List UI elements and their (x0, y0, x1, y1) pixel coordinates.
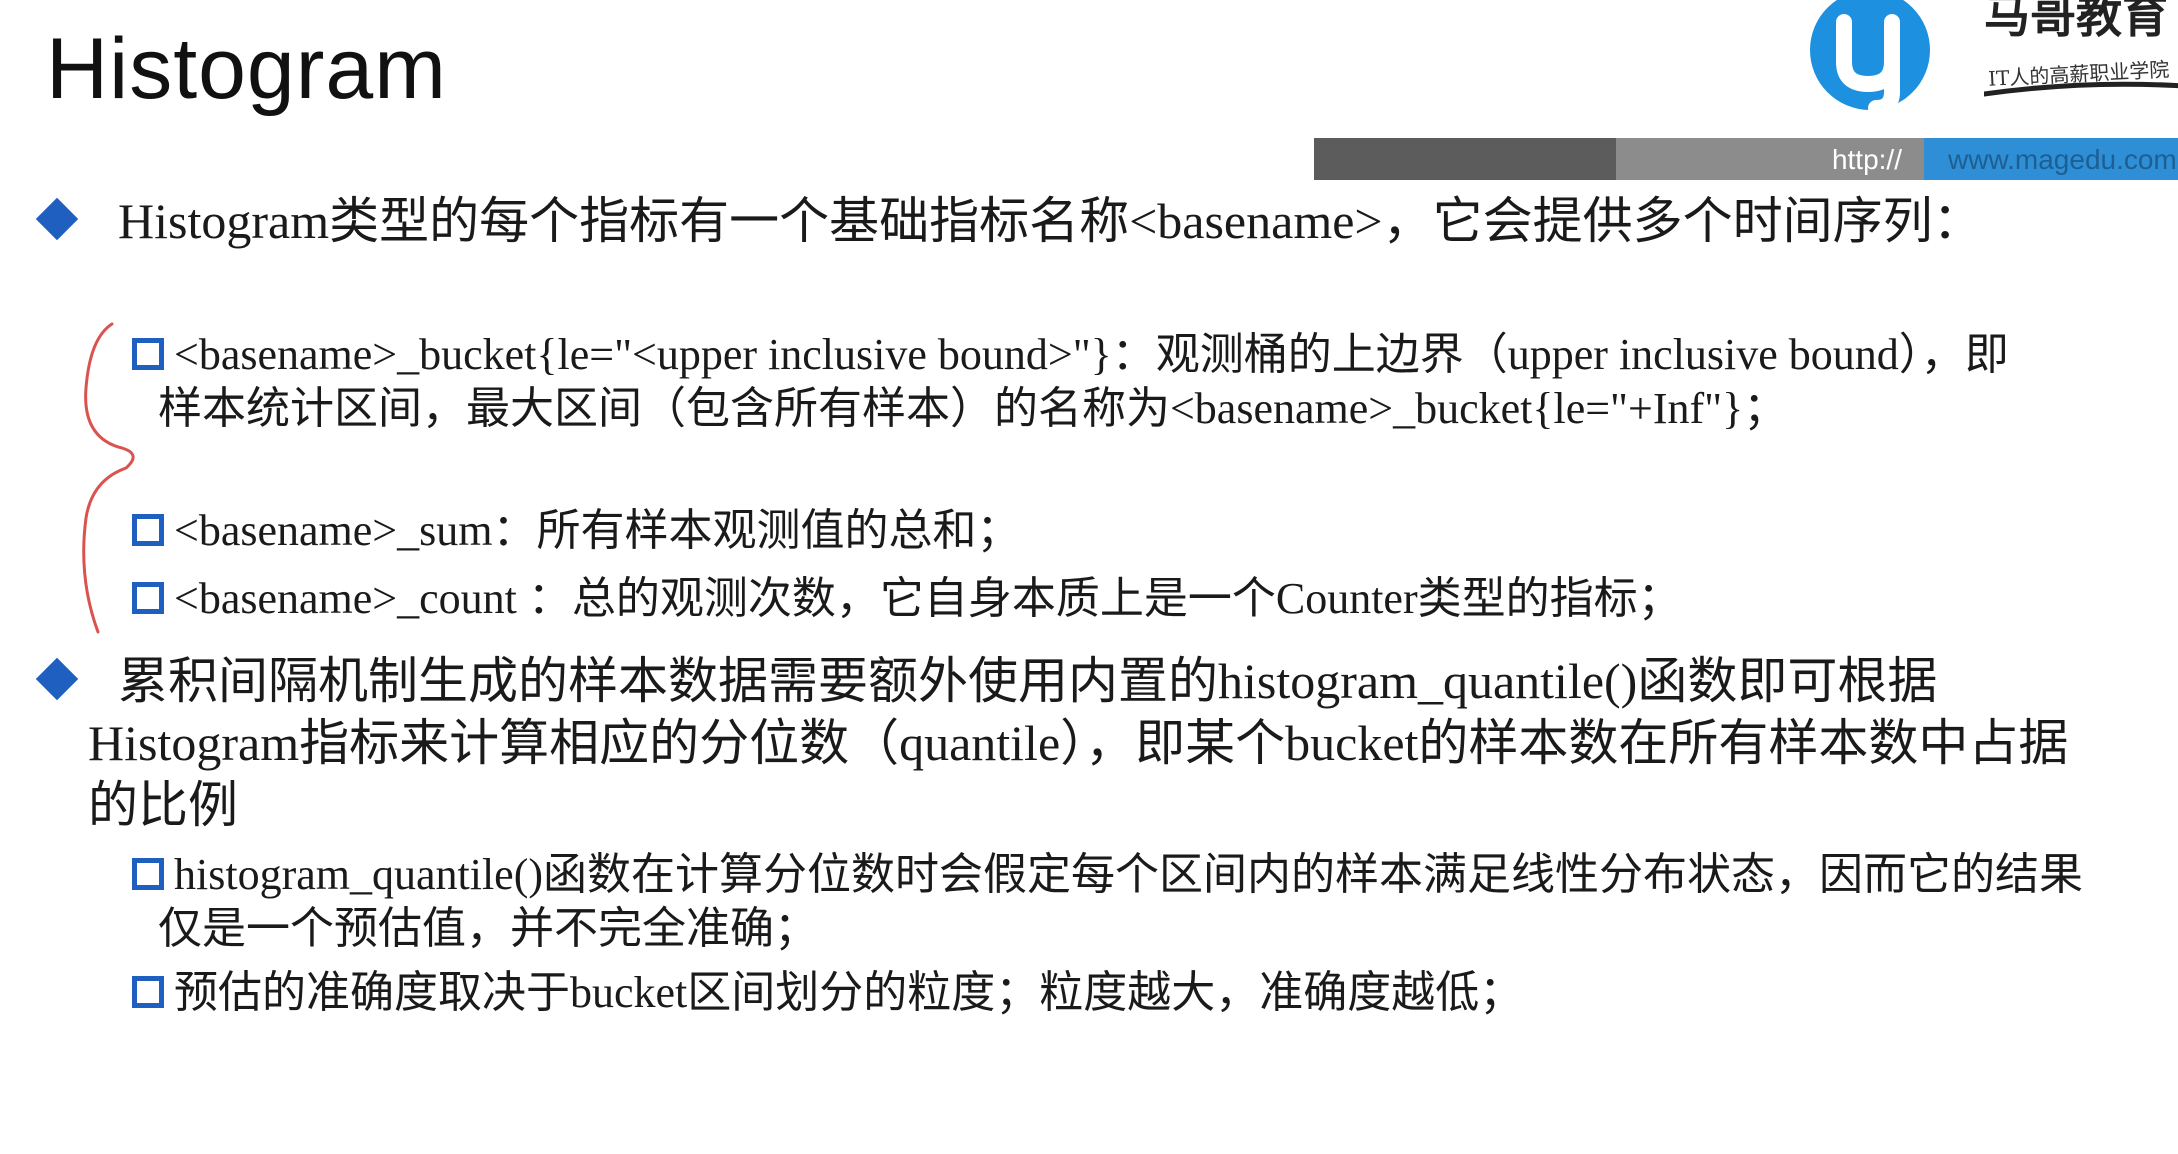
sub-bullet-item: histogram_quantile()函数在计算分位数时会假定每个区间内的样本… (132, 848, 2102, 956)
bullet-item: 累积间隔机制生成的样本数据需要额外使用内置的histogram_quantile… (35, 650, 2114, 836)
logo-swoosh (1984, 81, 2178, 97)
square-bullet-icon (132, 582, 164, 614)
square-bullet-icon (132, 976, 164, 1008)
url-prefix: http:// (1831, 144, 1902, 175)
sub-bullet-text: histogram_quantile()函数在计算分位数时会假定每个区间内的样本… (158, 850, 2084, 953)
url-site: www.magedu.com (1948, 144, 2177, 175)
slide: Histogram 马哥教育 IT人的高薪职业学院 http:// www.ma… (0, 0, 2178, 1154)
magedu-logo-icon (1810, 0, 1930, 116)
sub-bullet-item: <basename>_sum：所有样本观测值的总和； (132, 504, 2032, 558)
square-bullet-icon (132, 338, 164, 370)
logo-name: 马哥教育 (1984, 0, 2168, 43)
sub-bullet-text: 预估的准确度取决于bucket区间划分的粒度；粒度越大，准确度越低； (174, 968, 1524, 1017)
sub-bullet-text: <basename>_sum：所有样本观测值的总和； (174, 506, 1021, 555)
url-bar-mid-segment: http:// (1616, 138, 1924, 180)
bullet-item: Histogram类型的每个指标有一个基础指标名称<basename>，它会提供… (35, 190, 2174, 252)
url-bar: http:// www.magedu.com (1314, 138, 2178, 180)
url-bar-site-segment: www.magedu.com (1924, 138, 2178, 180)
diamond-bullet-icon (35, 197, 79, 241)
sub-bullet-item: <basename>_bucket{le="<upper inclusive b… (132, 328, 2032, 436)
sub-bullet-item: <basename>_count ：总的观测次数，它自身本质上是一个Counte… (132, 572, 2072, 626)
bullet-text: Histogram类型的每个指标有一个基础指标名称<basename>，它会提供… (118, 193, 1983, 249)
sub-bullet-text: <basename>_bucket{le="<upper inclusive b… (158, 330, 2009, 433)
brand-logo: 马哥教育 IT人的高薪职业学院 (1798, 0, 2178, 130)
slide-title: Histogram (46, 21, 447, 117)
sub-bullet-item: 预估的准确度取决于bucket区间划分的粒度；粒度越大，准确度越低； (132, 966, 2072, 1020)
bullet-text: 累积间隔机制生成的样本数据需要额外使用内置的histogram_quantile… (88, 653, 2069, 833)
sub-bullet-text: <basename>_count ：总的观测次数，它自身本质上是一个Counte… (174, 574, 1682, 623)
url-bar-dark-segment (1314, 138, 1616, 180)
diamond-bullet-icon (35, 657, 79, 701)
square-bullet-icon (132, 858, 164, 890)
square-bullet-icon (132, 514, 164, 546)
